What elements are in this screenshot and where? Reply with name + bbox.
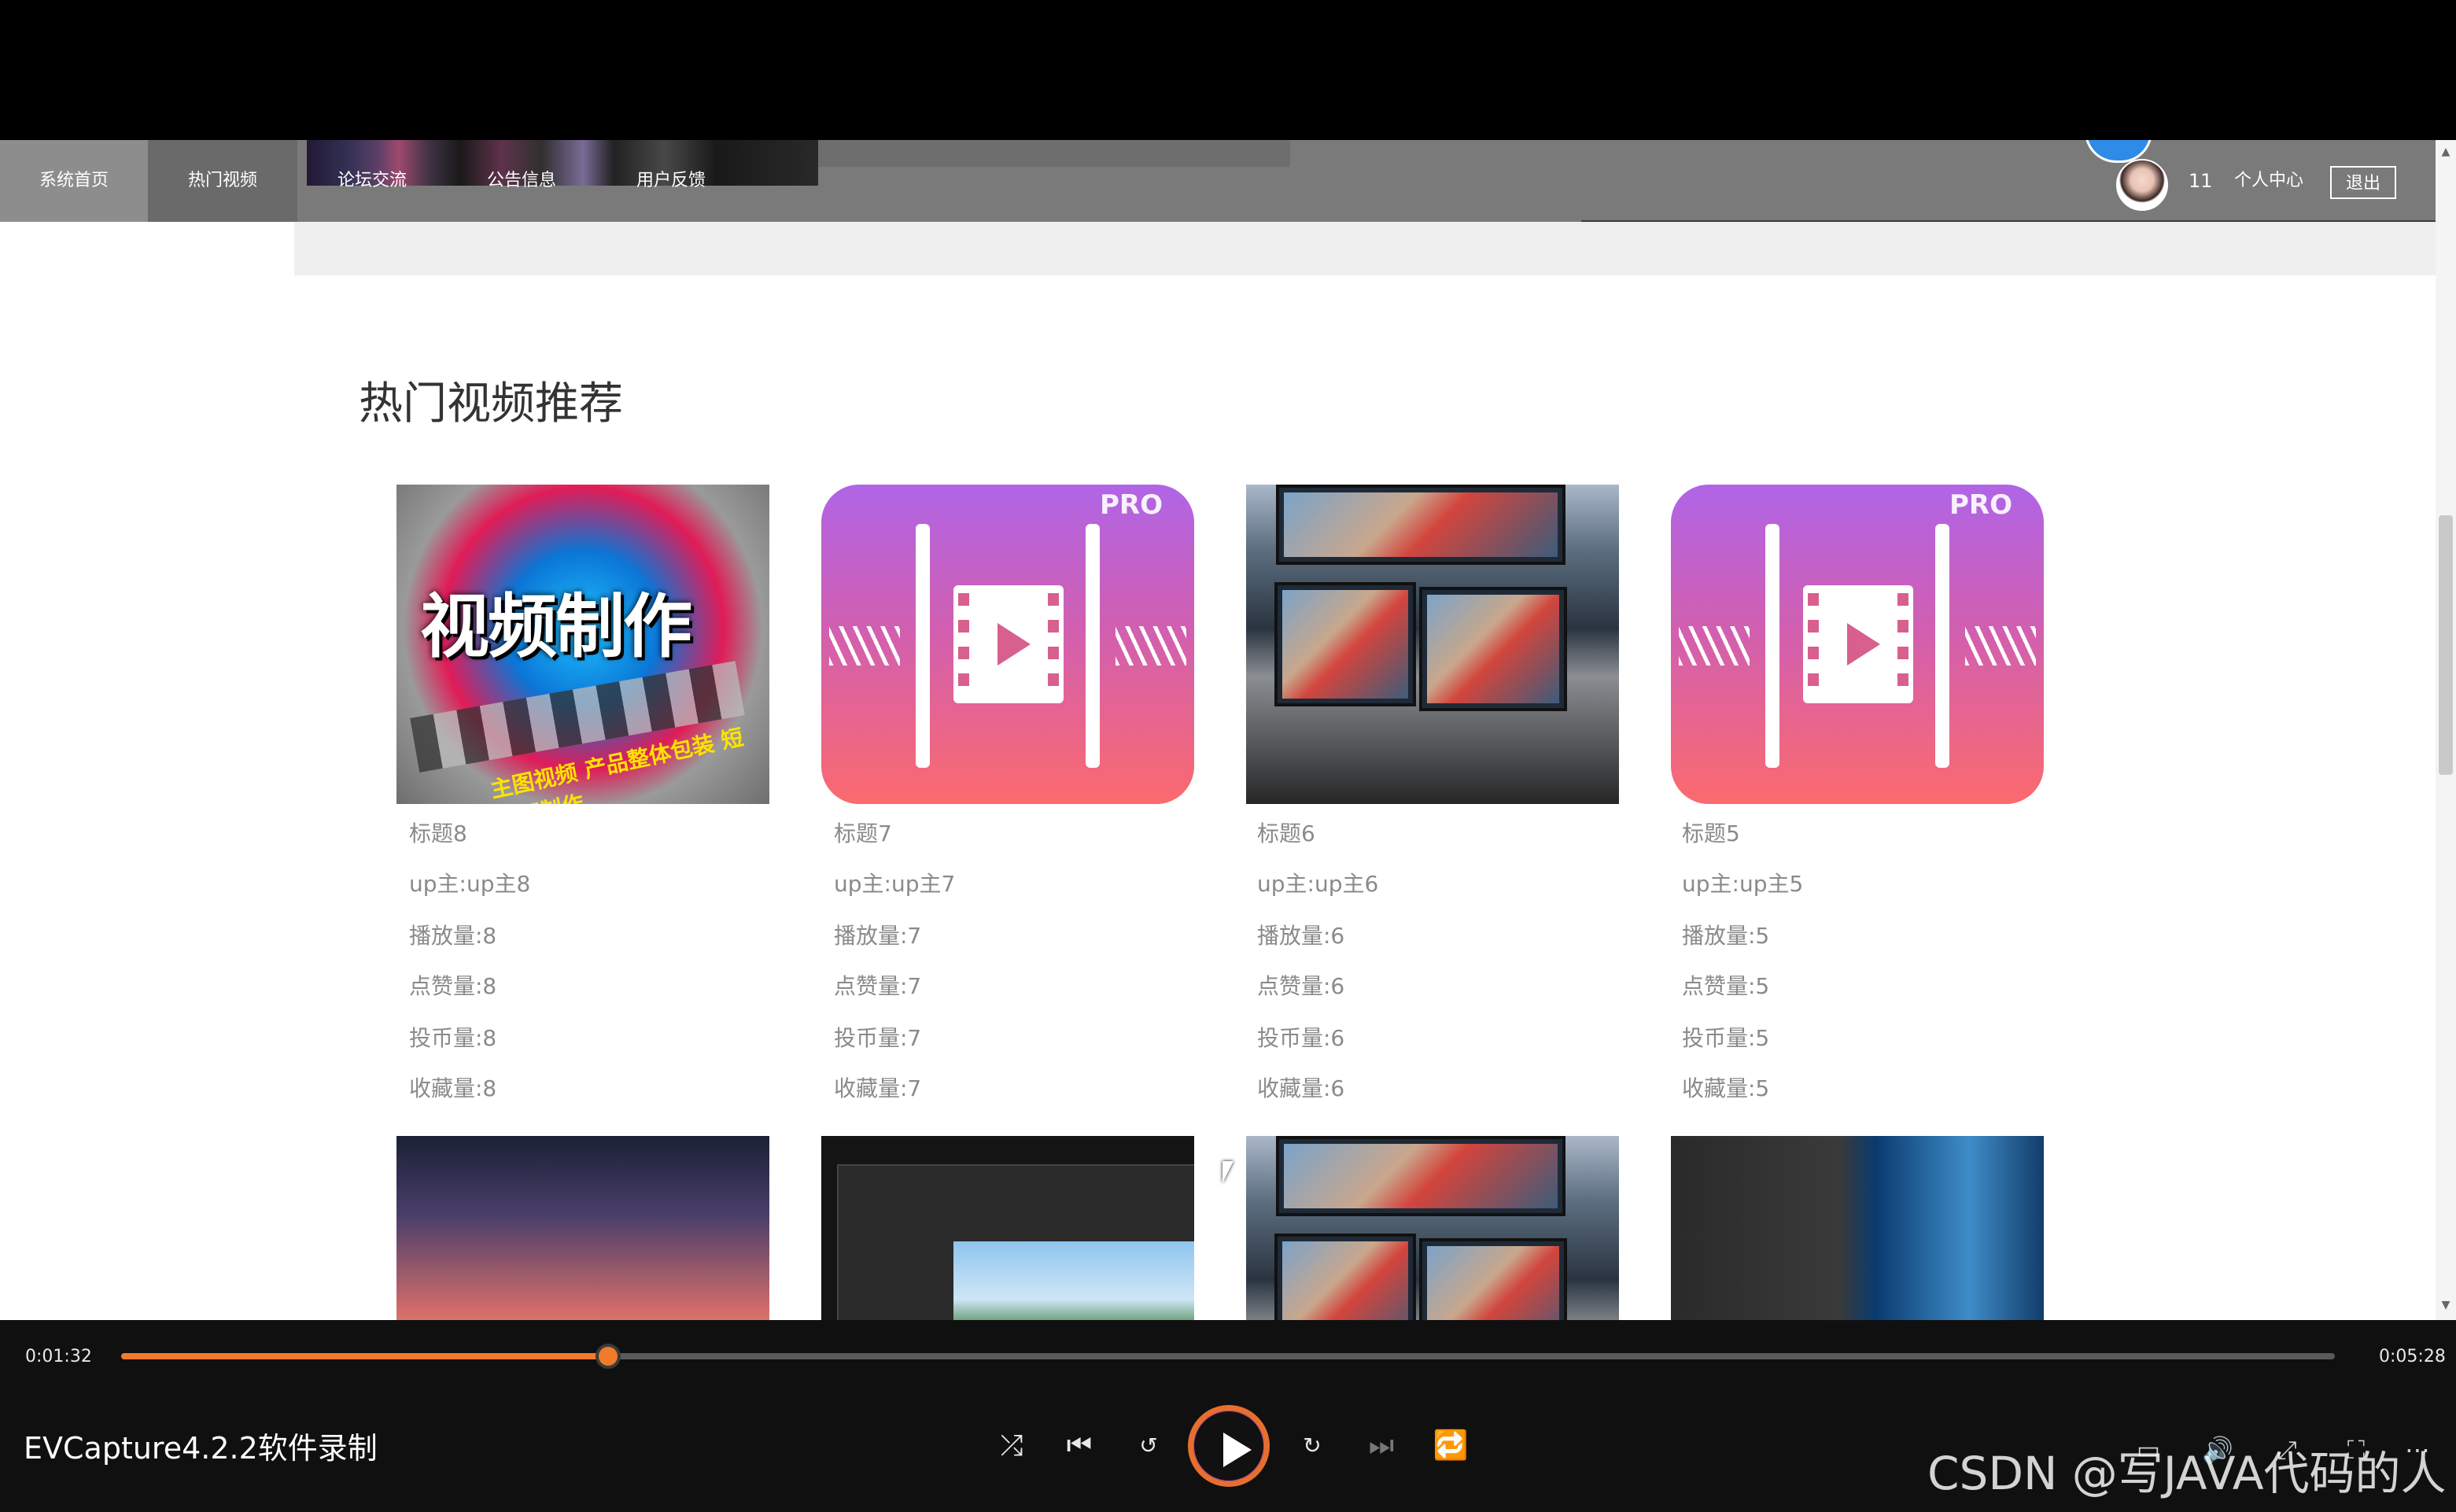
video-uploader: up主:up主7 xyxy=(834,871,956,897)
video-thumbnail[interactable] xyxy=(821,1136,1194,1320)
nav-item-feedback[interactable]: 用户反馈 xyxy=(596,140,746,222)
nav-item-forum[interactable]: 论坛交流 xyxy=(297,140,447,222)
repeat-icon[interactable]: 🔁 xyxy=(1429,1424,1473,1468)
video-coins: 投币量:8 xyxy=(409,1025,497,1051)
video-likes: 点赞量:8 xyxy=(409,973,497,999)
next-icon[interactable]: ⏭ xyxy=(1359,1424,1403,1468)
video-favorites: 收藏量:7 xyxy=(834,1075,922,1101)
play-icon xyxy=(1223,1433,1252,1467)
video-plays: 播放量:8 xyxy=(409,923,497,949)
thumbnail-caption: 视频制作 xyxy=(420,586,692,667)
video-title[interactable]: 标题8 xyxy=(409,817,467,848)
shuffle-icon[interactable]: ⤮ xyxy=(990,1424,1034,1468)
video-likes: 点赞量:7 xyxy=(834,973,922,999)
nav-item-hot-videos[interactable]: 热门视频 xyxy=(148,140,297,222)
video-title[interactable]: 标题6 xyxy=(1257,817,1315,848)
section-title: 热门视频推荐 xyxy=(359,378,623,430)
forward-30-icon[interactable]: ↻ xyxy=(1290,1424,1334,1468)
screen-top-band xyxy=(0,0,2456,140)
video-coins: 投币量:5 xyxy=(1682,1025,1770,1051)
app-bar-icon xyxy=(1086,524,1100,768)
sound-wave-icon xyxy=(1116,626,1186,666)
video-play-icon xyxy=(953,585,1064,703)
web-page: 系统首页 热门视频 论坛交流 公告信息 用户反馈 11 个人中心 退出 热门视频… xyxy=(0,140,2436,1320)
scrollbar-thumb[interactable] xyxy=(2439,515,2453,775)
video-thumbnail[interactable]: PRO xyxy=(821,485,1194,804)
nav-banner-overlay xyxy=(818,140,1290,167)
scroll-down-arrow-icon[interactable]: ▼ xyxy=(2436,1298,2456,1312)
progress-handle[interactable] xyxy=(596,1344,621,1369)
app-bar-icon xyxy=(916,524,930,768)
watermark: CSDN @写JAVA代码的人 xyxy=(1927,1447,2447,1500)
video-likes: 点赞量:5 xyxy=(1682,973,1770,999)
video-thumbnail[interactable] xyxy=(1246,485,1619,804)
video-title[interactable]: 标题5 xyxy=(1682,817,1740,848)
video-uploader: up主:up主8 xyxy=(409,871,531,897)
pro-badge: PRO xyxy=(1949,489,2012,521)
nav-item-home[interactable]: 系统首页 xyxy=(0,140,148,222)
sound-wave-icon xyxy=(829,626,900,666)
logout-button[interactable]: 退出 xyxy=(2330,166,2396,199)
previous-icon[interactable]: ⏮ xyxy=(1057,1424,1101,1468)
current-time: 0:01:32 xyxy=(25,1347,92,1366)
page-header-band xyxy=(294,222,2436,275)
video-title[interactable]: 标题7 xyxy=(834,817,892,848)
video-plays: 播放量:6 xyxy=(1257,923,1345,949)
video-coins: 投币量:6 xyxy=(1257,1025,1345,1051)
progress-fill xyxy=(121,1353,609,1359)
avatar[interactable] xyxy=(2116,159,2168,211)
video-uploader: up主:up主5 xyxy=(1682,871,1804,897)
video-plays: 播放量:7 xyxy=(834,923,922,949)
video-title-label: EVCapture4.2.2软件录制 xyxy=(24,1431,378,1466)
video-plays: 播放量:5 xyxy=(1682,923,1770,949)
video-thumbnail[interactable]: PRO xyxy=(1671,485,2044,804)
rewind-10-icon[interactable]: ↺ xyxy=(1127,1424,1171,1468)
video-favorites: 收藏量:8 xyxy=(409,1075,497,1101)
video-thumbnail[interactable] xyxy=(1671,1136,2044,1320)
total-time: 0:05:28 xyxy=(2379,1347,2446,1366)
pro-badge: PRO xyxy=(1099,489,1163,521)
video-likes: 点赞量:6 xyxy=(1257,973,1345,999)
app-bar-icon xyxy=(1935,524,1949,768)
video-thumbnail[interactable] xyxy=(1246,1136,1619,1320)
sound-wave-icon xyxy=(1679,626,1750,666)
user-center-link[interactable]: 个人中心 xyxy=(2234,140,2303,222)
app-bar-icon xyxy=(1765,524,1779,768)
mouse-cursor-icon xyxy=(1222,1161,1234,1183)
user-name: 11 xyxy=(2189,170,2213,192)
video-favorites: 收藏量:6 xyxy=(1257,1075,1345,1101)
video-uploader: up主:up主6 xyxy=(1257,871,1379,897)
video-thumbnail[interactable]: 视频制作 主图视频 产品整体包装 短视频制作 xyxy=(396,485,769,804)
play-button[interactable] xyxy=(1188,1405,1270,1487)
scroll-up-arrow-icon[interactable]: ▲ xyxy=(2436,145,2456,159)
video-coins: 投币量:7 xyxy=(834,1025,922,1051)
video-favorites: 收藏量:5 xyxy=(1682,1075,1770,1101)
video-play-icon xyxy=(1803,585,1913,703)
video-thumbnail[interactable] xyxy=(396,1136,769,1320)
nav-item-notice[interactable]: 公告信息 xyxy=(447,140,596,222)
sound-wave-icon xyxy=(1965,626,2036,666)
